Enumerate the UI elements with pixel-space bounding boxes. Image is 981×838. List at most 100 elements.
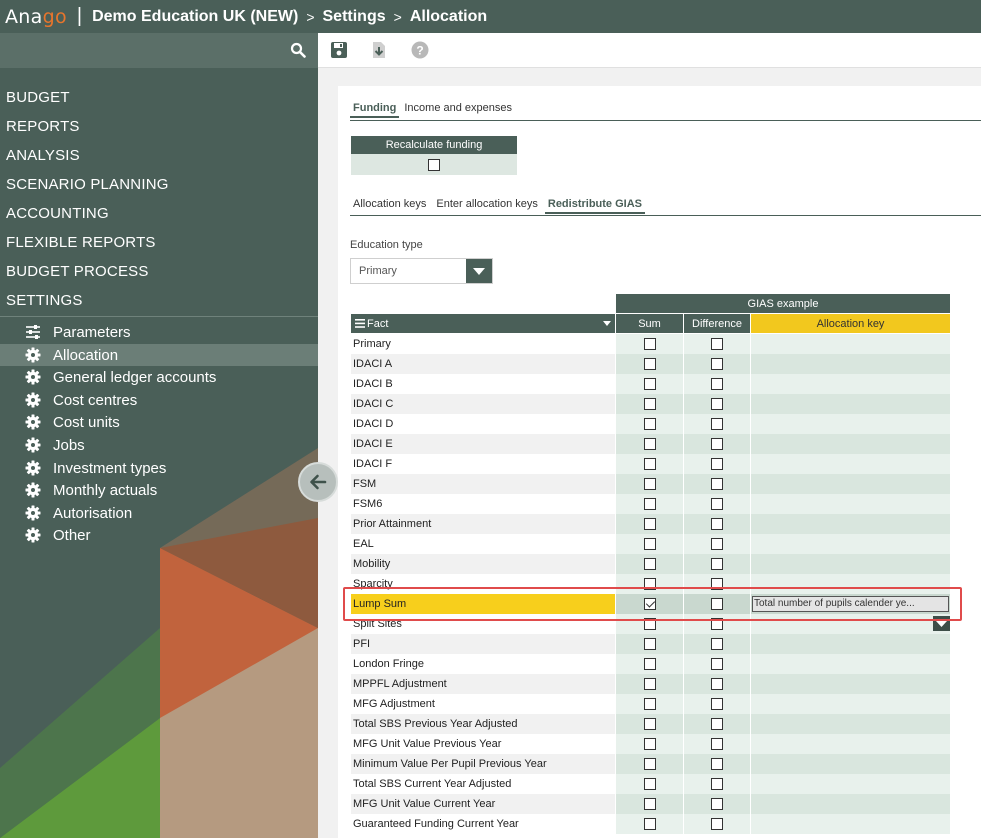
difference-checkbox[interactable] (711, 558, 723, 570)
difference-checkbox[interactable] (711, 438, 723, 450)
sum-checkbox[interactable] (643, 478, 656, 490)
allocation-key-cell[interactable] (751, 374, 950, 394)
dropdown-button[interactable] (466, 259, 492, 283)
nav-flexible-reports[interactable]: FLEXIBLE REPORTS (6, 234, 156, 251)
table-row[interactable]: EAL (351, 534, 950, 554)
fact-cell[interactable]: Minimum Value Per Pupil Previous Year (351, 754, 615, 774)
allocation-key-cell[interactable] (751, 694, 950, 714)
fact-cell[interactable]: Mobility (351, 554, 615, 574)
sum-checkbox[interactable] (643, 758, 656, 770)
allocation-key-cell[interactable] (751, 394, 950, 414)
tab-funding[interactable]: Funding (350, 102, 400, 118)
allocation-key-cell[interactable] (751, 554, 950, 574)
sum-checkbox[interactable] (643, 598, 656, 610)
allocation-key-cell[interactable] (751, 474, 950, 494)
nav-analysis[interactable]: ANALYSIS (6, 147, 80, 164)
difference-checkbox[interactable] (711, 718, 723, 730)
table-row[interactable]: Lump Sum Total number of pupils calender … (351, 594, 950, 631)
nav-budget[interactable]: BUDGET (6, 89, 70, 106)
fact-cell[interactable]: Primary (351, 334, 615, 354)
fact-cell[interactable]: FSM (351, 474, 615, 494)
search-icon[interactable] (290, 42, 306, 58)
allocation-key-cell[interactable] (751, 634, 950, 654)
table-row[interactable]: Sparcity (351, 574, 950, 594)
fact-cell[interactable]: Guaranteed Funding Current Year (351, 814, 615, 834)
difference-checkbox[interactable] (711, 338, 723, 350)
sum-checkbox[interactable] (643, 538, 656, 550)
sum-checkbox[interactable] (643, 738, 656, 750)
fact-cell[interactable]: IDACI C (351, 394, 615, 414)
fact-cell[interactable]: PFI (351, 634, 615, 654)
save-icon[interactable] (330, 41, 348, 59)
table-row[interactable]: Total SBS Current Year Adjusted (351, 774, 950, 794)
allocation-key-cell[interactable] (751, 354, 950, 374)
sum-checkbox[interactable] (643, 458, 656, 470)
allocation-key-cell[interactable] (751, 414, 950, 434)
nav-accounting[interactable]: ACCOUNTING (6, 205, 109, 222)
table-row[interactable]: Guaranteed Funding Current Year (351, 814, 950, 834)
allocation-key-cell[interactable] (751, 514, 950, 534)
sidebar-item-monthly-actuals[interactable]: Monthly actuals (0, 479, 318, 501)
nav-budget-process[interactable]: BUDGET PROCESS (6, 263, 149, 280)
sum-checkbox[interactable] (643, 518, 656, 530)
sum-checkbox[interactable] (643, 418, 656, 430)
allocation-key-cell[interactable] (751, 434, 950, 454)
fact-cell[interactable]: EAL (351, 534, 615, 554)
sum-checkbox[interactable] (643, 778, 656, 790)
allocation-key-cell[interactable] (751, 574, 950, 594)
sum-checkbox[interactable] (643, 678, 656, 690)
tab-income-and-expenses[interactable]: Income and expenses (401, 102, 515, 118)
education-type-select[interactable]: Primary (350, 258, 493, 284)
sidebar-item-cost-units[interactable]: Cost units (0, 411, 318, 433)
sidebar-item-other[interactable]: Other (0, 524, 318, 546)
allocation-key-input[interactable]: Total number of pupils calender ye... (752, 596, 949, 612)
anago-logo[interactable]: Anago (5, 6, 67, 28)
table-row[interactable]: MFG Unit Value Previous Year (351, 734, 950, 754)
fact-cell[interactable]: IDACI F (351, 454, 615, 474)
table-row[interactable]: IDACI A (351, 354, 950, 374)
sum-checkbox[interactable] (643, 718, 656, 730)
breadcrumb-settings[interactable]: Settings (323, 8, 386, 26)
fact-cell[interactable]: London Fringe (351, 654, 615, 674)
fact-column-header[interactable]: Fact (351, 314, 615, 333)
table-row[interactable]: FSM (351, 474, 950, 494)
sum-checkbox[interactable] (643, 638, 656, 650)
table-row[interactable]: Primary (351, 334, 950, 354)
allocation-key-cell[interactable] (751, 614, 950, 634)
sum-checkbox[interactable] (643, 398, 656, 410)
sum-column-header[interactable]: Sum (616, 314, 683, 333)
difference-checkbox[interactable] (711, 658, 723, 670)
difference-checkbox[interactable] (711, 538, 723, 550)
table-row[interactable]: FSM6 (351, 494, 950, 514)
allocation-key-cell[interactable] (751, 654, 950, 674)
difference-checkbox[interactable] (711, 698, 723, 710)
difference-checkbox[interactable] (711, 358, 723, 370)
fact-cell[interactable]: IDACI B (351, 374, 615, 394)
allocation-key-cell[interactable] (751, 674, 950, 694)
table-row[interactable]: MFG Unit Value Current Year (351, 794, 950, 814)
allocation-key-cell[interactable] (751, 714, 950, 734)
fact-cell[interactable]: MFG Unit Value Previous Year (351, 734, 615, 754)
table-row[interactable]: IDACI F (351, 454, 950, 474)
sum-checkbox[interactable] (643, 378, 656, 390)
allocation-key-cell[interactable] (751, 754, 950, 774)
nav-scenario-planning[interactable]: SCENARIO PLANNING (6, 176, 169, 193)
fact-cell[interactable]: IDACI E (351, 434, 615, 454)
sum-checkbox[interactable] (643, 558, 656, 570)
fact-cell[interactable]: Total SBS Current Year Adjusted (351, 774, 615, 794)
difference-checkbox[interactable] (711, 378, 723, 390)
difference-checkbox[interactable] (711, 418, 723, 430)
tab-allocation-keys[interactable]: Allocation keys (350, 198, 429, 214)
fact-cell[interactable]: Total SBS Previous Year Adjusted (351, 714, 615, 734)
table-row[interactable]: PFI (351, 634, 950, 654)
allocation-key-cell[interactable] (751, 794, 950, 814)
difference-checkbox[interactable] (711, 578, 723, 590)
difference-checkbox[interactable] (711, 498, 723, 510)
sum-checkbox[interactable] (643, 618, 656, 630)
sidebar-item-general-ledger-accounts[interactable]: General ledger accounts (0, 366, 318, 388)
recalculate-funding-checkbox[interactable] (428, 158, 440, 171)
fact-cell[interactable]: MFG Adjustment (351, 694, 615, 714)
nav-reports[interactable]: REPORTS (6, 118, 80, 135)
table-row[interactable]: London Fringe (351, 654, 950, 674)
fact-cell[interactable]: IDACI D (351, 414, 615, 434)
